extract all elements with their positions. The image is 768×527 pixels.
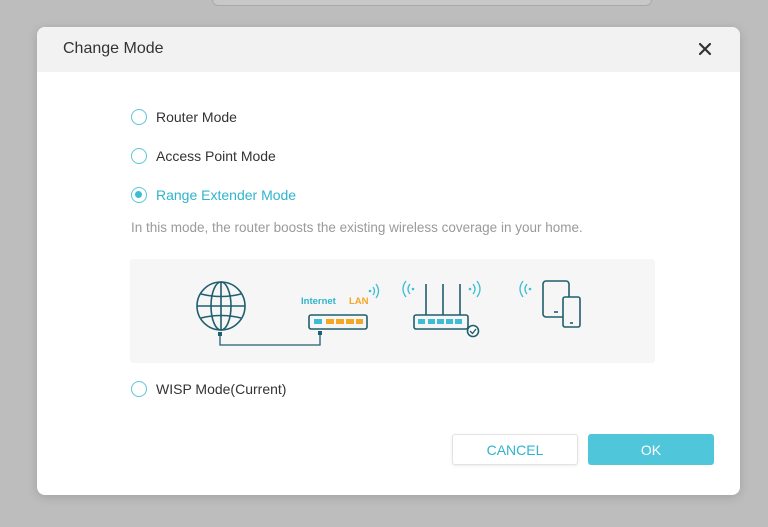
option-wisp-mode[interactable]: WISP Mode(Current): [131, 381, 286, 397]
option-router-mode[interactable]: Router Mode: [131, 109, 237, 125]
radio-router-mode[interactable]: [131, 109, 147, 125]
change-mode-dialog: Change Mode Router Mode Access Point Mod…: [37, 27, 740, 495]
radio-access-point-mode[interactable]: [131, 148, 147, 164]
radio-wisp-mode[interactable]: [131, 381, 147, 397]
option-label: Router Mode: [156, 109, 237, 125]
router-icon: [413, 284, 480, 338]
option-label: WISP Mode(Current): [156, 381, 287, 397]
devices-icon: [542, 280, 581, 328]
option-label: Access Point Mode: [156, 148, 276, 164]
dialog-title: Change Mode: [63, 40, 164, 57]
lan-label: LAN: [349, 296, 369, 307]
internet-label: Internet: [301, 296, 336, 307]
mode-description: In this mode, the router boosts the exis…: [131, 220, 583, 235]
close-icon[interactable]: [694, 38, 716, 60]
option-label: Range Extender Mode: [156, 187, 297, 203]
globe-icon: [196, 281, 246, 331]
background-field: [212, 0, 652, 6]
option-range-extender-mode[interactable]: Range Extender Mode: [131, 187, 296, 203]
ok-button[interactable]: OK: [588, 434, 714, 465]
dialog-header: Change Mode: [37, 27, 740, 72]
cancel-button[interactable]: CANCEL: [452, 434, 578, 465]
mode-illustration: Internet LAN: [130, 259, 655, 363]
option-access-point-mode[interactable]: Access Point Mode: [131, 148, 276, 164]
radio-range-extender-mode[interactable]: [131, 187, 147, 203]
illustration-graphic: [196, 280, 581, 346]
